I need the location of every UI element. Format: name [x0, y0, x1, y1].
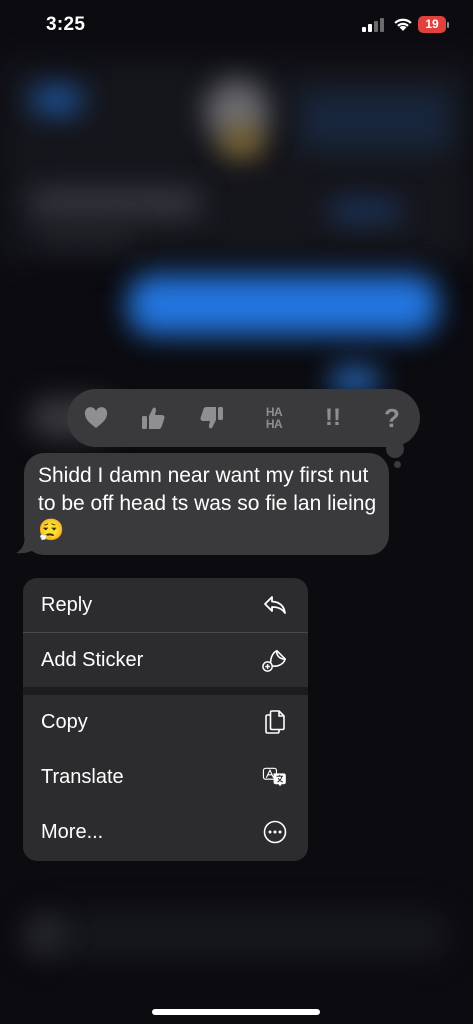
cellular-signal-icon	[362, 18, 386, 32]
blurred-input-bar	[20, 910, 450, 960]
add-sticker-icon	[262, 647, 288, 673]
emphasize-reaction-button[interactable]: !!	[310, 389, 356, 447]
blurred-plus-button	[28, 918, 62, 952]
blurred-sent-bubble	[128, 275, 438, 335]
tapback-tail-large	[386, 440, 404, 458]
blurred-header-action	[300, 90, 450, 150]
menu-item-label: Copy	[41, 710, 88, 733]
wifi-icon	[394, 18, 412, 31]
status-time: 3:25	[46, 14, 86, 35]
translate-icon	[262, 764, 288, 790]
blurred-contact-name	[30, 190, 200, 216]
like-reaction-button[interactable]	[130, 389, 176, 447]
laugh-reaction-button[interactable]: HA HA	[251, 389, 297, 447]
battery-indicator: 19	[418, 16, 446, 33]
bubble-tail	[16, 534, 36, 554]
menu-item-more[interactable]: More...	[23, 805, 308, 859]
menu-item-label: Translate	[41, 765, 124, 788]
question-reaction-button[interactable]: ?	[369, 389, 415, 447]
copy-icon	[262, 709, 288, 735]
blurred-link	[330, 202, 400, 220]
dislike-reaction-button[interactable]	[189, 389, 235, 447]
menu-item-translate[interactable]: Translate	[23, 750, 308, 804]
menu-item-add-sticker[interactable]: Add Sticker	[23, 633, 308, 687]
more-ellipsis-icon	[262, 819, 288, 845]
blurred-avatar-badge	[222, 128, 262, 156]
thumbs-up-icon	[142, 407, 165, 429]
message-text: Shidd I damn near want my first nut to b…	[38, 464, 377, 542]
blurred-back-button	[32, 88, 82, 112]
tapback-tail-small	[394, 461, 401, 468]
battery-cap	[447, 22, 449, 28]
menu-section-gap	[23, 687, 308, 695]
message-context-menu: Reply Add Sticker Copy Translate More...	[23, 578, 308, 861]
heart-icon	[84, 407, 108, 428]
menu-item-label: Add Sticker	[41, 648, 144, 671]
menu-item-reply[interactable]: Reply	[23, 578, 308, 632]
blurred-subtitle	[40, 228, 130, 242]
haha-label: HA HA	[265, 405, 283, 431]
home-indicator[interactable]	[152, 1009, 320, 1015]
exclamation-label: !!	[325, 404, 341, 431]
tapback-reaction-bar: HA HA !! ?	[67, 389, 420, 447]
menu-item-copy[interactable]: Copy	[23, 695, 308, 749]
menu-item-label: More...	[41, 820, 104, 843]
heart-reaction-button[interactable]	[73, 389, 119, 447]
menu-item-label: Reply	[41, 593, 93, 616]
question-label: ?	[384, 402, 400, 433]
reply-arrow-icon	[262, 592, 288, 618]
thumbs-down-icon	[200, 407, 223, 429]
